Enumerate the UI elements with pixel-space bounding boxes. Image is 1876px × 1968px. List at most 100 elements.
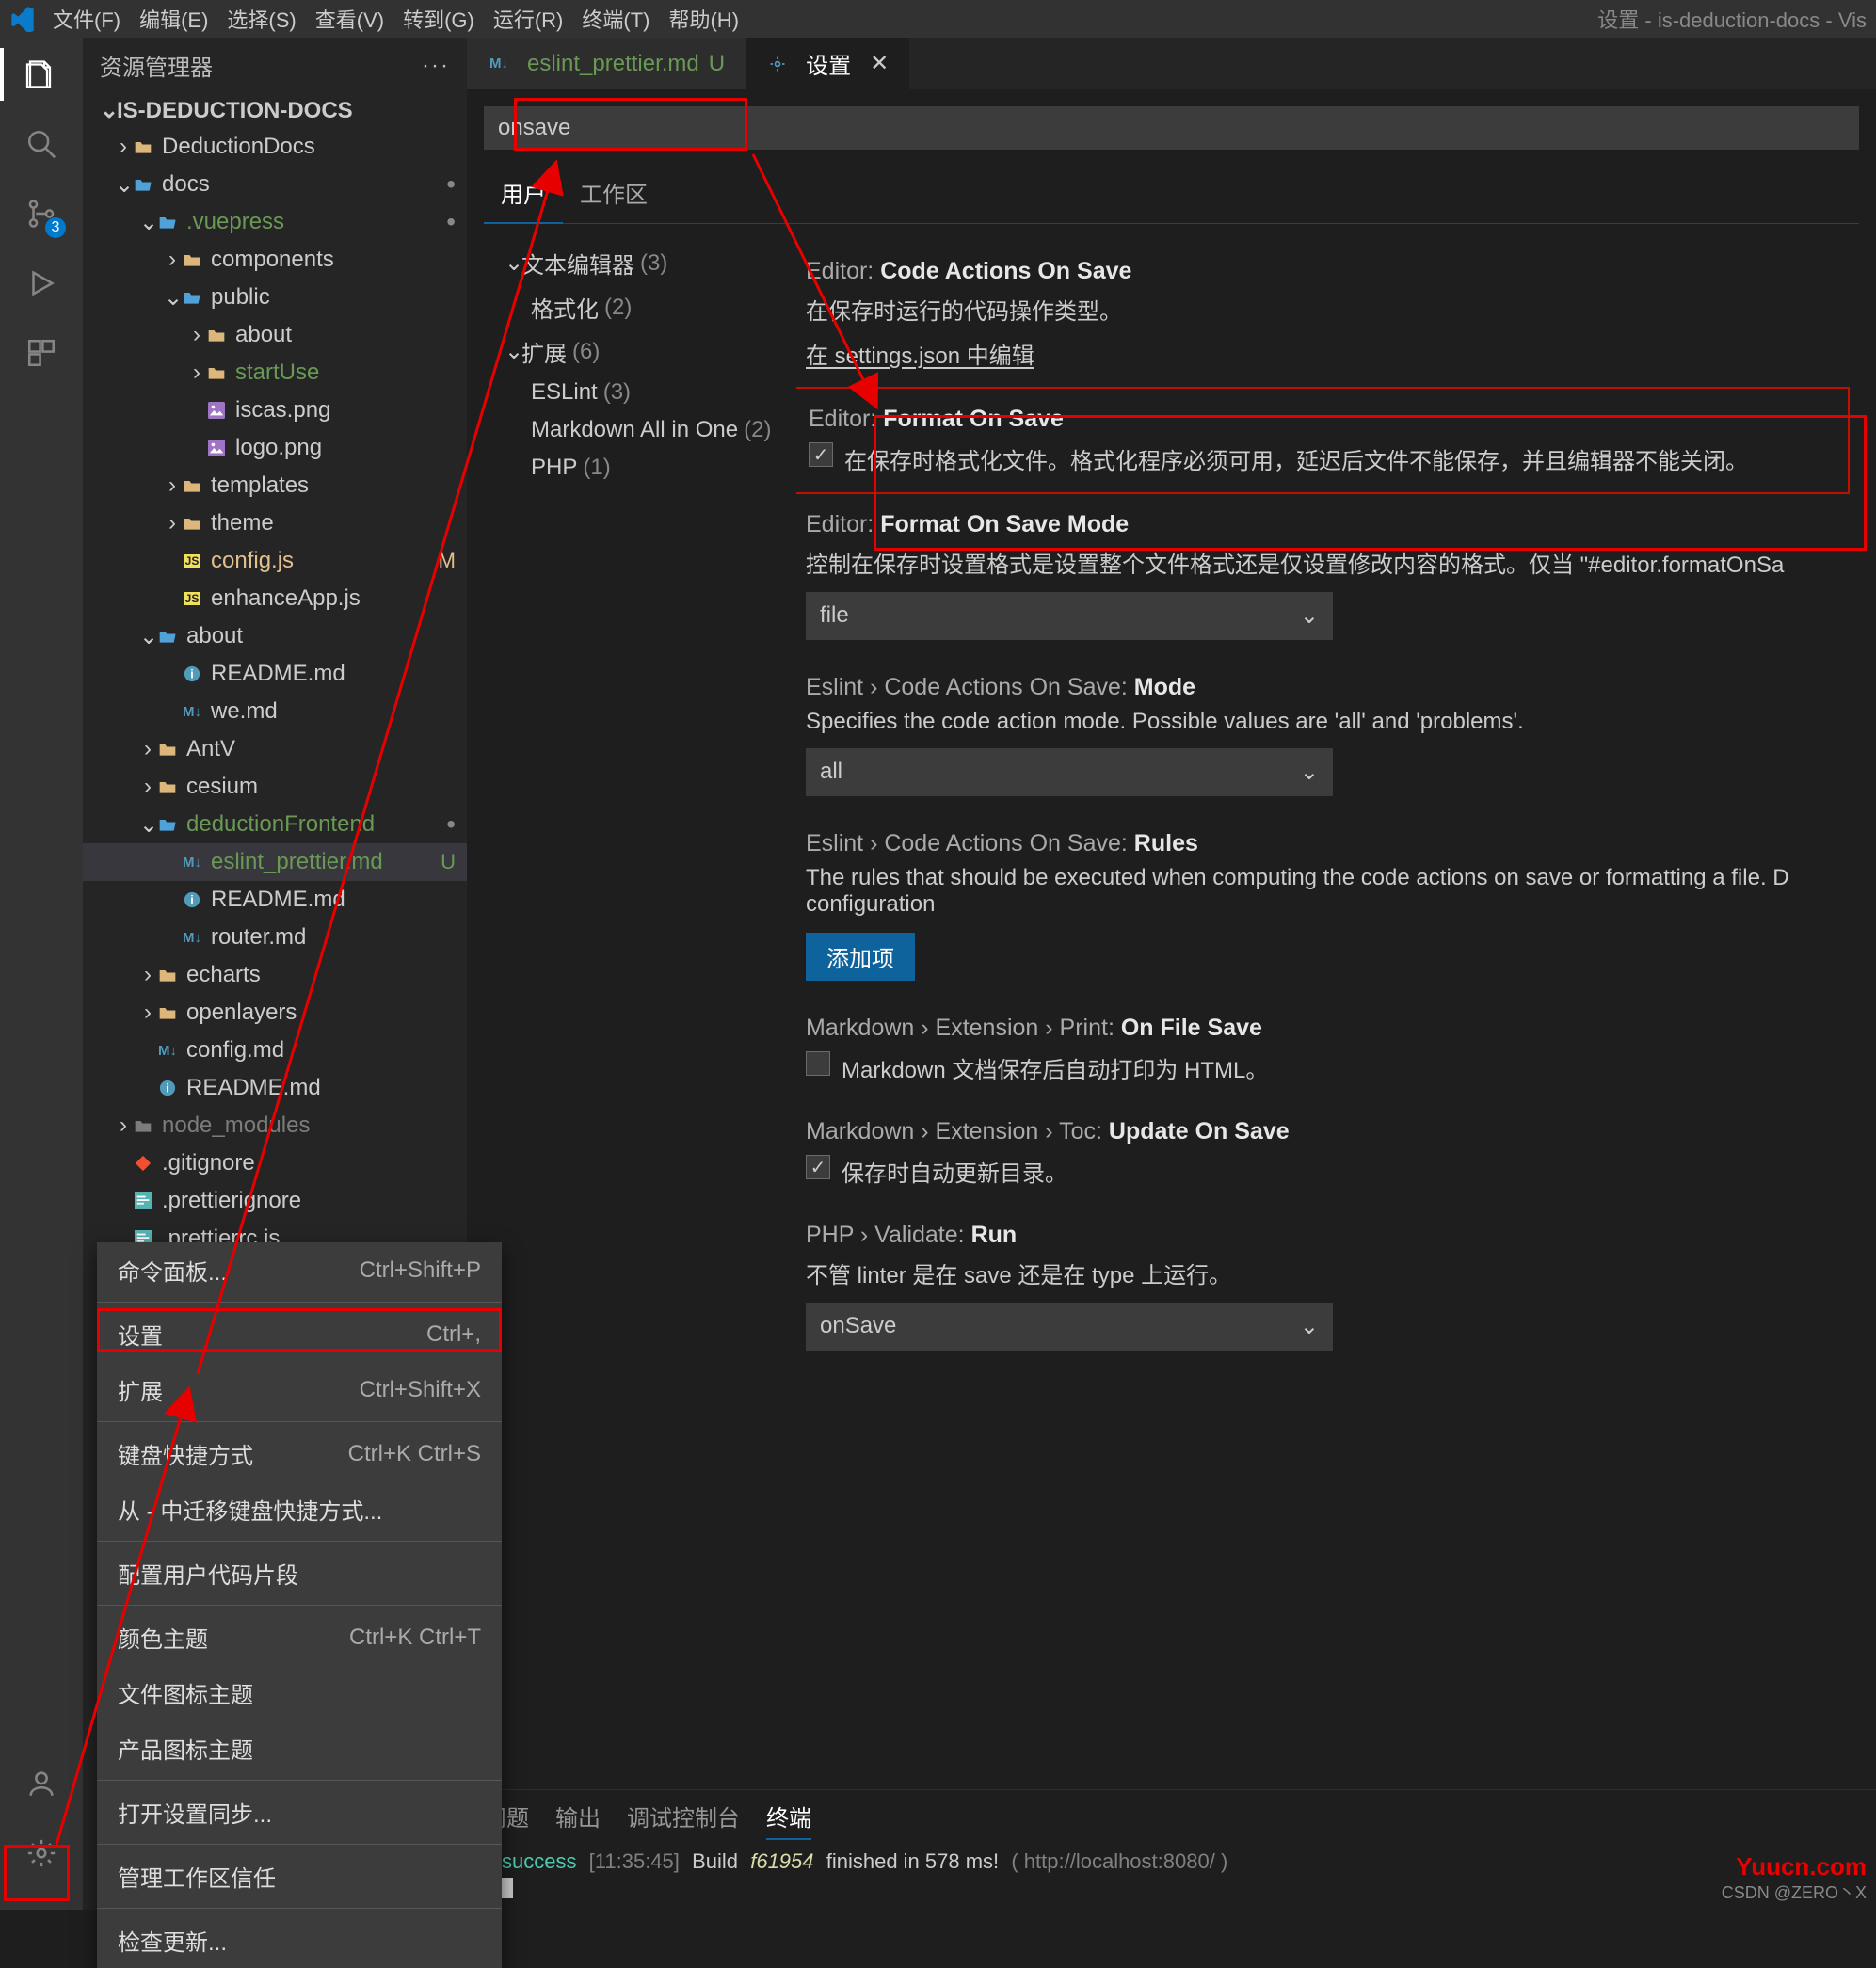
- tree-row[interactable]: iREADME.md: [83, 655, 467, 693]
- tree-row[interactable]: iREADME.md: [83, 1069, 467, 1107]
- tree-row[interactable]: ›cesium: [83, 768, 467, 806]
- activity-debug-icon[interactable]: [19, 261, 64, 306]
- context-menu-item[interactable]: 文件图标主题: [97, 1665, 502, 1720]
- tree-row[interactable]: M↓router.md: [83, 919, 467, 956]
- editor-tab[interactable]: M↓eslint_prettier.mdU: [467, 38, 746, 89]
- setting-md-print[interactable]: Markdown › Extension › Print: On File Sa…: [806, 998, 1850, 1101]
- context-menu-item[interactable]: 配置用户代码片段: [97, 1545, 502, 1601]
- format-mode-select[interactable]: file⌄: [806, 592, 1333, 640]
- settings-list[interactable]: Editor: Code Actions On Save 在保存时运行的代码操作…: [796, 224, 1876, 1789]
- toc-item[interactable]: ESLint (3): [476, 374, 787, 411]
- panel-tab[interactable]: 调试控制台: [627, 1800, 740, 1840]
- tree-row[interactable]: ⌄docs•: [83, 166, 467, 203]
- menu-item[interactable]: 查看(V): [306, 4, 393, 34]
- file-name: about: [235, 322, 456, 348]
- tree-row[interactable]: .prettierignore: [83, 1182, 467, 1220]
- tree-row[interactable]: iREADME.md: [83, 881, 467, 919]
- setting-eslint-mode[interactable]: Eslint › Code Actions On Save: Mode Spec…: [806, 657, 1850, 813]
- tree-row[interactable]: ⌄.vuepress•: [83, 203, 467, 241]
- activity-account-icon[interactable]: [19, 1761, 64, 1806]
- editor-tabs[interactable]: M↓eslint_prettier.mdU设置✕: [467, 38, 1876, 89]
- context-menu-item[interactable]: 键盘快捷方式Ctrl+K Ctrl+S: [97, 1426, 502, 1481]
- toc-item[interactable]: ⌄扩展 (6): [476, 329, 787, 374]
- menu-item[interactable]: 运行(R): [484, 4, 573, 34]
- panel-tab[interactable]: 输出: [555, 1800, 601, 1840]
- tree-row[interactable]: ⌄deductionFrontend•: [83, 806, 467, 843]
- add-item-button[interactable]: 添加项: [806, 933, 915, 981]
- tree-row[interactable]: M↓we.md: [83, 693, 467, 730]
- context-menu-item[interactable]: 打开设置同步...: [97, 1784, 502, 1840]
- editor-tab[interactable]: 设置✕: [746, 38, 909, 89]
- close-icon[interactable]: ✕: [870, 50, 889, 77]
- tree-row[interactable]: M↓config.md: [83, 1032, 467, 1069]
- menu-item[interactable]: 编辑(E): [130, 4, 217, 34]
- tree-row[interactable]: ›AntV: [83, 730, 467, 768]
- menu-bar[interactable]: 文件(F)编辑(E)选择(S)查看(V)转到(G)运行(R)终端(T)帮助(H): [43, 4, 748, 34]
- gear-context-menu[interactable]: 命令面板...Ctrl+Shift+P 设置Ctrl+,扩展Ctrl+Shift+…: [97, 1242, 502, 1968]
- php-run-select[interactable]: onSave⌄: [806, 1303, 1333, 1351]
- tree-row[interactable]: ›openlayers: [83, 994, 467, 1032]
- activity-gear-icon[interactable]: [19, 1831, 64, 1876]
- context-menu-item[interactable]: 管理工作区信任: [97, 1848, 502, 1904]
- tree-row[interactable]: ›startUse: [83, 354, 467, 392]
- setting-code-actions-on-save[interactable]: Editor: Code Actions On Save 在保存时运行的代码操作…: [806, 241, 1850, 387]
- setting-php-run[interactable]: PHP › Validate: Run 不管 linter 是在 save 还是…: [806, 1205, 1850, 1368]
- tree-row[interactable]: ›templates: [83, 467, 467, 504]
- tree-row[interactable]: JSenhanceApp.js: [83, 580, 467, 617]
- tree-row[interactable]: .gitignore: [83, 1144, 467, 1182]
- context-menu-item[interactable]: 命令面板...Ctrl+Shift+P: [97, 1242, 502, 1298]
- context-menu-item[interactable]: 检查更新...: [97, 1912, 502, 1968]
- tree-row[interactable]: iscas.png: [83, 392, 467, 429]
- settings-scope-tabs[interactable]: 用户工作区: [484, 167, 1859, 224]
- toc-item[interactable]: PHP (1): [476, 449, 787, 487]
- tree-row[interactable]: ⌄about: [83, 617, 467, 655]
- activity-extensions-icon[interactable]: [19, 330, 64, 376]
- context-menu-item[interactable]: 从 - 中迁移键盘快捷方式...: [97, 1481, 502, 1537]
- md-print-checkbox[interactable]: [806, 1051, 830, 1076]
- toc-item[interactable]: ⌄文本编辑器 (3): [476, 241, 787, 285]
- activity-search-icon[interactable]: [19, 121, 64, 167]
- activity-explorer-icon[interactable]: [19, 52, 64, 97]
- setting-md-toc[interactable]: Markdown › Extension › Toc: Update On Sa…: [806, 1101, 1850, 1205]
- menu-item[interactable]: 终端(T): [572, 4, 659, 34]
- panel-tab[interactable]: 终端: [766, 1800, 811, 1840]
- settings-search-input[interactable]: [484, 106, 1859, 150]
- tree-row[interactable]: ›echarts: [83, 956, 467, 994]
- menu-item[interactable]: 转到(G): [393, 4, 484, 34]
- settings-toc[interactable]: ⌄文本编辑器 (3)格式化 (2)⌄扩展 (6)ESLint (3)Markdo…: [467, 224, 796, 1789]
- folder-icon: [205, 361, 228, 384]
- eslint-mode-select[interactable]: all⌄: [806, 748, 1333, 796]
- menu-item[interactable]: 文件(F): [43, 4, 130, 34]
- tree-row[interactable]: ›node_modules: [83, 1107, 467, 1144]
- tree-row[interactable]: ⌄public: [83, 279, 467, 316]
- context-menu-item[interactable]: 颜色主题Ctrl+K Ctrl+T: [97, 1609, 502, 1665]
- project-name: IS-DEDUCTION-DOCS: [117, 98, 353, 124]
- toc-item[interactable]: 格式化 (2): [476, 285, 787, 329]
- settings-scope-tab[interactable]: 工作区: [563, 167, 665, 223]
- settings-scope-tab[interactable]: 用户: [484, 167, 563, 224]
- sidebar-more-icon[interactable]: ···: [422, 53, 450, 79]
- tree-row[interactable]: ›DeductionDocs: [83, 128, 467, 166]
- context-menu-item[interactable]: 设置Ctrl+,: [97, 1306, 502, 1362]
- toc-item[interactable]: Markdown All in One (2): [476, 411, 787, 449]
- tree-row[interactable]: ›about: [83, 316, 467, 354]
- setting-eslint-rules[interactable]: Eslint › Code Actions On Save: Rules The…: [806, 813, 1850, 998]
- context-menu-item[interactable]: 产品图标主题: [97, 1720, 502, 1776]
- tree-row[interactable]: ›theme: [83, 504, 467, 542]
- context-menu-item[interactable]: 扩展Ctrl+Shift+X: [97, 1362, 502, 1417]
- format-on-save-checkbox[interactable]: [809, 442, 833, 467]
- activity-scm-icon[interactable]: 3: [19, 191, 64, 236]
- edit-in-settings-json-link[interactable]: 在 settings.json 中编辑: [806, 337, 1034, 370]
- menu-item[interactable]: 选择(S): [217, 4, 305, 34]
- tree-row[interactable]: M↓eslint_prettier.mdU: [83, 843, 467, 881]
- panel-tabs[interactable]: 问题输出调试控制台终端: [484, 1790, 1859, 1849]
- md-toc-checkbox[interactable]: [806, 1155, 830, 1179]
- menu-item[interactable]: 帮助(H): [659, 4, 748, 34]
- setting-format-on-save[interactable]: Editor: Format On Save 在保存时格式化文件。格式化程序必须…: [796, 387, 1850, 494]
- setting-format-on-save-mode[interactable]: Editor: Format On Save Mode 控制在保存时设置格式是设…: [806, 494, 1850, 657]
- project-header[interactable]: ⌄ IS-DEDUCTION-DOCS: [83, 93, 467, 128]
- tree-row[interactable]: ›components: [83, 241, 467, 279]
- tree-row[interactable]: logo.png: [83, 429, 467, 467]
- tree-row[interactable]: JSconfig.jsM: [83, 542, 467, 580]
- terminal-output[interactable]: > success [11:35:45] Build f61954 finish…: [484, 1849, 1859, 1900]
